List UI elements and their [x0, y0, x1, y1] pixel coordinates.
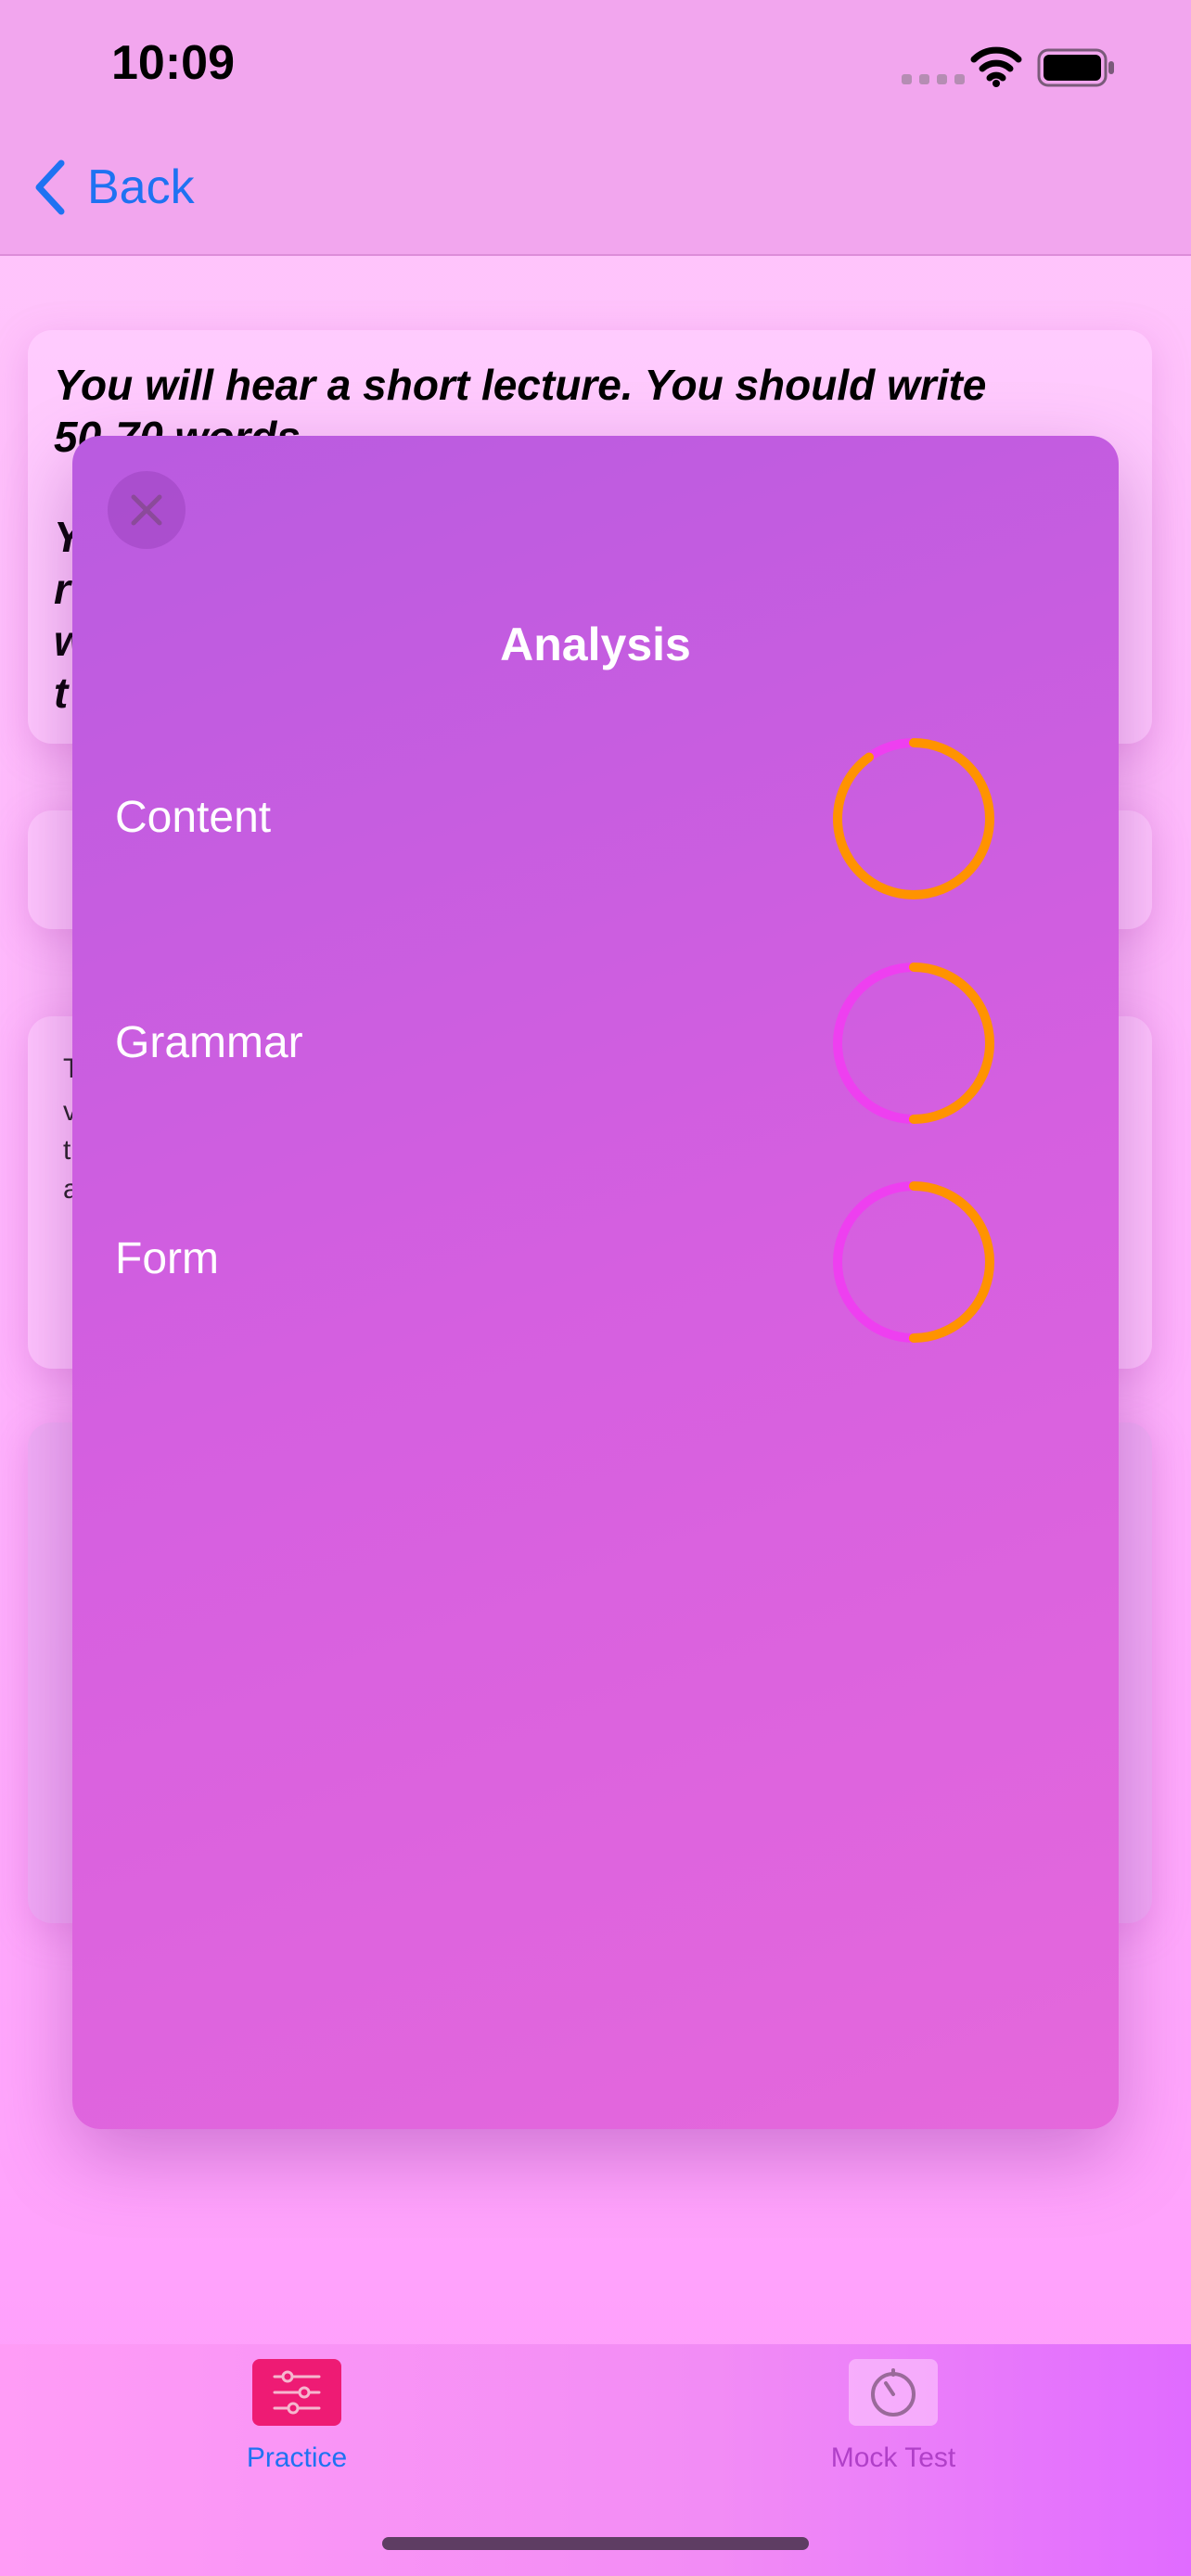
analysis-modal: Analysis Content Grammar Form — [72, 436, 1119, 2129]
answer-fragment: t — [63, 1135, 71, 1166]
sliders-icon — [252, 2359, 341, 2426]
status-time: 10:09 — [111, 36, 235, 90]
ring-progress — [833, 738, 994, 899]
tab-practice[interactable]: Practice — [139, 2359, 455, 2474]
close-button[interactable] — [108, 471, 186, 549]
back-button[interactable]: Back — [33, 159, 195, 215]
instruction-fragment: t — [54, 669, 69, 717]
close-icon — [131, 494, 162, 526]
battery-icon — [1037, 48, 1114, 87]
tab-mock-test[interactable]: Mock Test — [736, 2359, 1051, 2474]
cellular-signal-icon — [902, 74, 965, 84]
tab-mock-test-label: Mock Test — [830, 2442, 956, 2473]
metric-label-content: Content — [115, 793, 272, 842]
timer-icon — [849, 2359, 938, 2426]
chevron-left-icon — [35, 159, 65, 215]
modal-title: Analysis — [500, 618, 691, 670]
home-indicator — [382, 2537, 809, 2550]
instruction-line-1: You will hear a short lecture. You shoul… — [54, 361, 987, 409]
tab-practice-label: Practice — [246, 2442, 348, 2473]
grammar-score-ring — [833, 963, 994, 1124]
metric-label-grammar: Grammar — [115, 1018, 303, 1067]
back-label: Back — [87, 160, 195, 214]
instruction-fragment: r — [54, 565, 70, 613]
form-score-ring — [833, 1181, 994, 1343]
content-score-ring — [833, 738, 994, 899]
metric-label-form: Form — [115, 1234, 219, 1283]
wifi-icon — [970, 46, 1022, 87]
